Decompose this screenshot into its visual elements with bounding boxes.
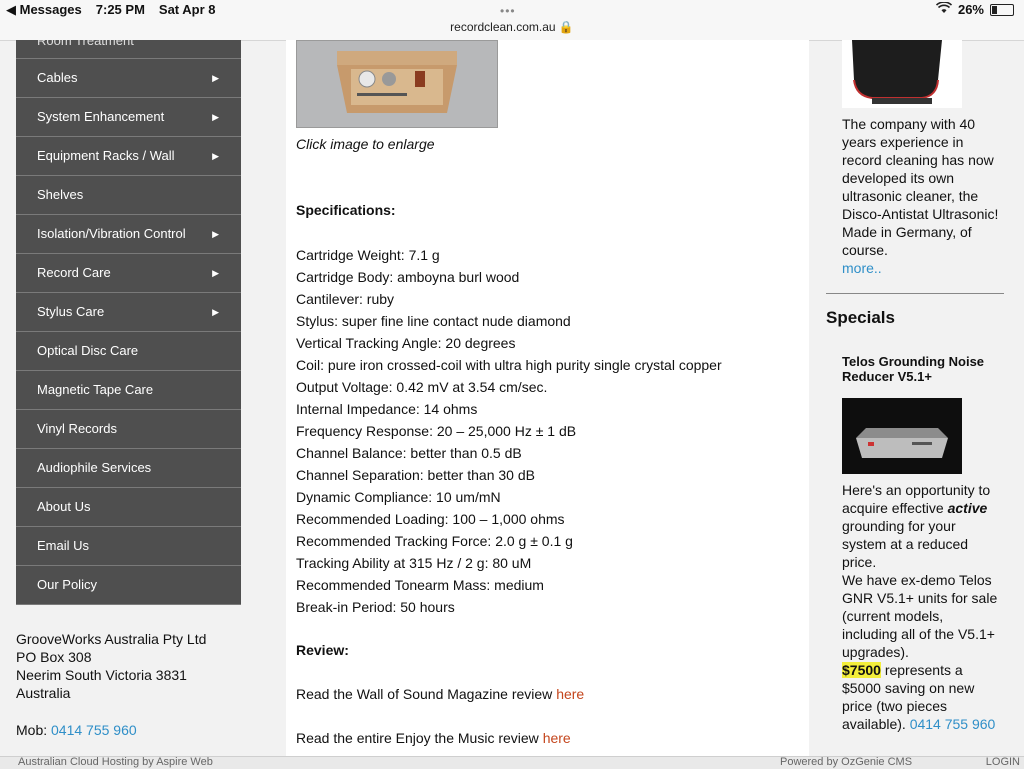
sidebar-item-our-policy[interactable]: Our Policy [16,566,241,605]
spec-item: Cartridge Body: amboyna burl wood [296,269,520,285]
cms-credit-link[interactable]: Powered by OzGenie CMS [780,756,912,768]
ultrasonic-cleaner-image[interactable] [842,40,962,108]
submenu-arrow-icon: ▶ [212,268,219,278]
special-description: Here's an opportunity to acquire effecti… [842,481,1002,733]
submenu-arrow-icon: ▶ [212,73,219,83]
spec-item: Recommended Tracking Force: 2.0 g ± 0.1 … [296,533,573,549]
main-content: Click image to enlarge Specifications: C… [286,40,809,756]
page-footer: Australian Cloud Hosting by Aspire Web P… [0,756,1024,769]
sidebar-item-room-treatment[interactable]: Room Treatment [16,40,241,59]
special-phone-link[interactable]: 0414 755 960 [910,716,996,732]
mobile-contact: Mob: 0414 755 960 [16,722,137,738]
spec-item: Break-in Period: 50 hours [296,599,455,615]
special-text-2: grounding for your system at a reduced p… [842,518,969,570]
review-line-enjoy-the-music: Read the entire Enjoy the Music review h… [296,730,571,746]
blurb-text: The company with 40 years experience in … [842,116,999,222]
company-address: GrooveWorks Australia Pty Ltd PO Box 308… [16,630,206,702]
login-link[interactable]: LOGIN [986,756,1020,768]
spec-item: Cartridge Weight: 7.1 g [296,247,440,263]
spec-item: Dynamic Compliance: 10 um/mN [296,489,501,505]
telos-gnr-image[interactable] [842,398,962,474]
mob-label: Mob: [16,722,52,738]
active-emphasis: active [947,500,988,516]
back-to-messages[interactable]: ◀ Messages [6,2,82,18]
sidebar-item-optical-disc[interactable]: Optical Disc Care [16,332,241,371]
special-product-title[interactable]: Telos Grounding Noise Reducer V5.1+ [842,354,1002,384]
status-bar: ◀ Messages 7:25 PM Sat Apr 8 26% [0,0,1024,18]
address-line: PO Box 308 [16,649,92,665]
spec-item: Vertical Tracking Angle: 20 degrees [296,335,516,351]
sidebar-item-email-us[interactable]: Email Us [16,527,241,566]
spec-item: Channel Balance: better than 0.5 dB [296,445,522,461]
submenu-arrow-icon: ▶ [212,307,219,317]
image-caption: Click image to enlarge [296,136,435,152]
special-price: $7500 [842,662,881,678]
spec-item: Output Voltage: 0.42 mV at 3.54 cm/sec. [296,379,548,395]
spec-item: Tracking Ability at 315 Hz / 2 g: 80 uM [296,555,532,571]
submenu-arrow-icon: ▶ [212,112,219,122]
spec-list: Cartridge Weight: 7.1 g Cartridge Body: … [296,244,722,618]
spec-item: Coil: pure iron crossed-coil with ultra … [296,357,722,373]
mobile-phone-link[interactable]: 0414 755 960 [51,722,137,738]
product-thumbnail[interactable] [296,40,498,128]
sidebar-menu: Room Treatment Cables ▶ System Enhancemen… [16,40,241,605]
enjoy-the-music-review-link[interactable]: here [543,730,571,746]
status-time: 7:25 PM [95,2,145,17]
spec-item: Channel Separation: better than 30 dB [296,467,535,483]
sidebar-item-shelves[interactable]: Shelves [16,176,241,215]
address-line: Neerim South Victoria 3831 [16,667,187,683]
submenu-arrow-icon: ▶ [212,151,219,161]
address-line: GrooveWorks Australia Pty Ltd [16,631,207,647]
sidebar-item-isolation[interactable]: Isolation/Vibration Control ▶ [16,215,241,254]
special-text-3: We have ex-demo Telos GNR V5.1+ units fo… [842,572,998,660]
wall-of-sound-review-link[interactable]: here [556,686,584,702]
review-line-wall-of-sound: Read the Wall of Sound Magazine review h… [296,686,584,702]
review-text: Read the Wall of Sound Magazine review [296,686,557,702]
wifi-icon [935,1,953,17]
spec-item: Stylus: super fine line contact nude dia… [296,313,571,329]
spec-item: Cantilever: ruby [296,291,395,307]
sidebar-item-magnetic-tape[interactable]: Magnetic Tape Care [16,371,241,410]
spec-item: Recommended Tonearm Mass: medium [296,577,544,593]
battery-icon [990,3,1014,16]
specials-heading: Specials [826,308,895,327]
spec-item: Internal Impedance: 14 ohms [296,401,478,417]
review-heading: Review: [296,642,349,658]
hosting-credit-link[interactable]: Australian Cloud Hosting by Aspire Web [18,756,213,768]
sidebar-item-audiophile-services[interactable]: Audiophile Services [16,449,241,488]
lock-icon: 🔒 [558,20,574,34]
status-date: Sat Apr 8 [158,2,216,17]
sidebar-item-system-enhancement[interactable]: System Enhancement ▶ [16,98,241,137]
sidebar-item-about-us[interactable]: About Us [16,488,241,527]
battery-percent: 26% [957,2,984,17]
url-field[interactable]: recordclean.com.au 🔒 [0,20,1024,34]
submenu-arrow-icon: ▶ [212,229,219,239]
divider [826,293,1004,294]
sidebar-item-vinyl-records[interactable]: Vinyl Records [16,410,241,449]
specifications-heading: Specifications: [296,202,396,218]
more-link[interactable]: more.. [842,259,1002,277]
spec-item: Frequency Response: 20 – 25,000 Hz ± 1 d… [296,423,577,439]
sidebar-item-stylus-care[interactable]: Stylus Care ▶ [16,293,241,332]
spec-item: Recommended Loading: 100 – 1,000 ohms [296,511,565,527]
blurb-text-2: Made in Germany, of course. [842,224,972,258]
sidebar-item-record-care[interactable]: Record Care ▶ [16,254,241,293]
ultrasonic-blurb: The company with 40 years experience in … [842,115,1002,277]
review-text: Read the entire Enjoy the Music review [296,730,543,746]
sidebar-item-cables[interactable]: Cables ▶ [16,59,241,98]
right-column: The company with 40 years experience in … [810,40,1024,756]
sidebar-item-equipment-racks[interactable]: Equipment Racks / Wall ▶ [16,137,241,176]
address-line: Australia [16,685,71,701]
